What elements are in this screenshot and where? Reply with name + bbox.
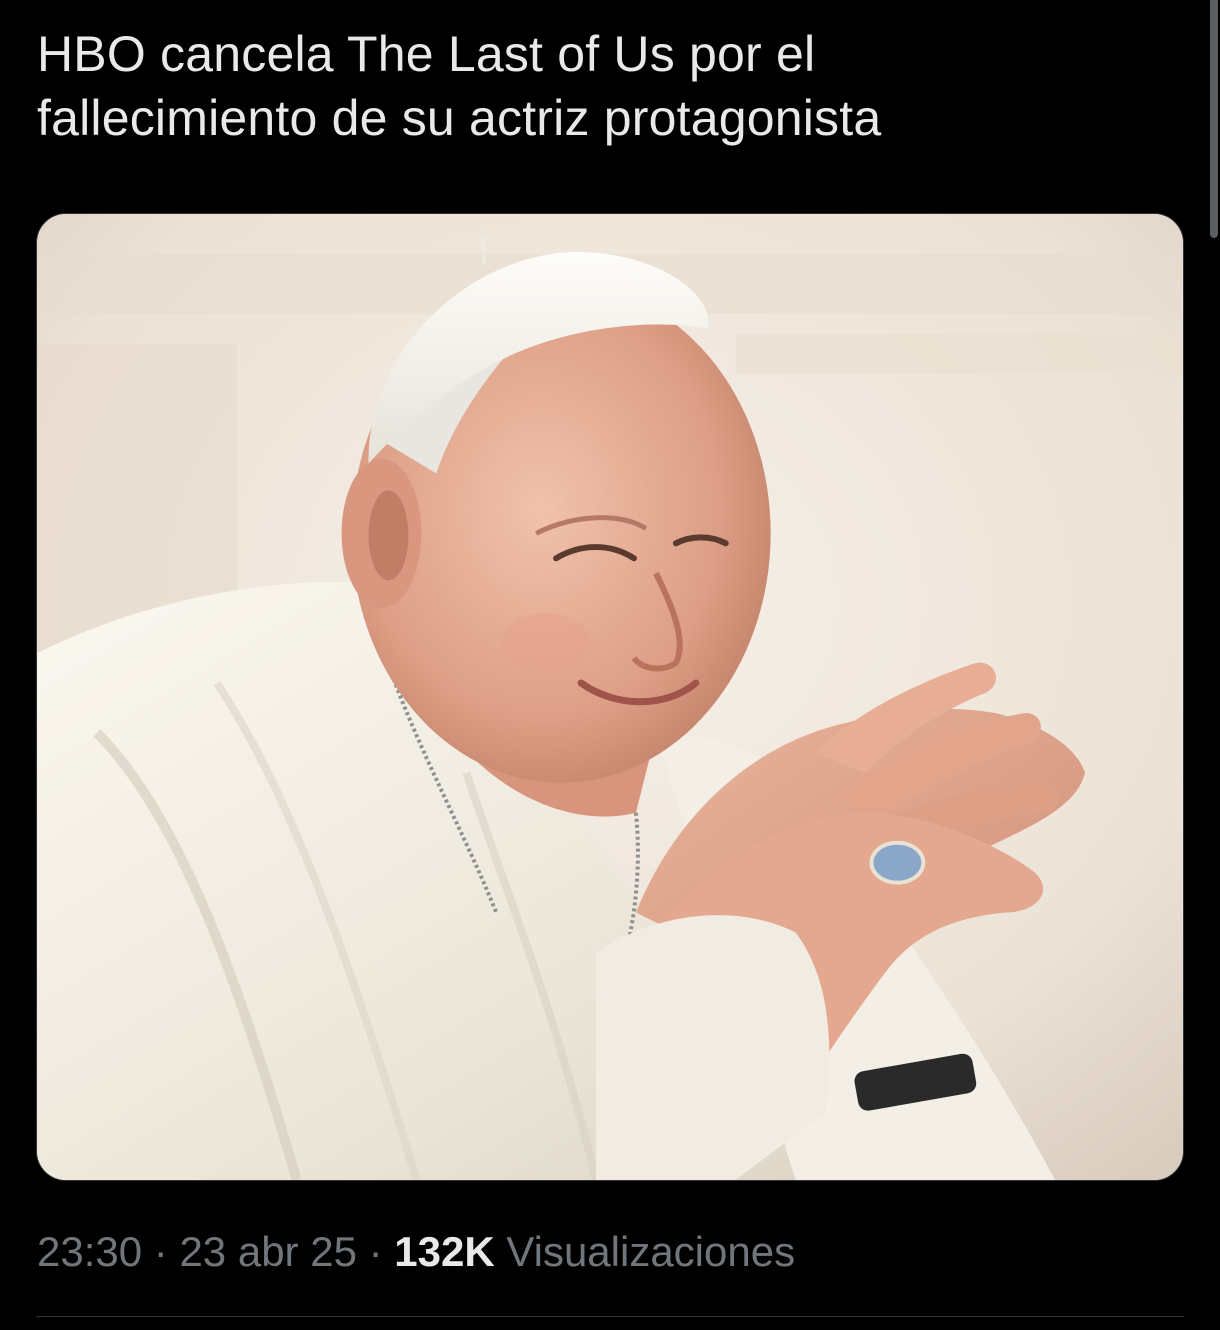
tweet-time[interactable]: 23:30 <box>37 1228 142 1275</box>
views-count[interactable]: 132K <box>394 1228 494 1275</box>
tweet-text-line-1: HBO cancela The Last of Us por el <box>37 26 816 82</box>
photo-illustration <box>37 214 1183 1180</box>
meta-separator: · <box>153 1228 168 1275</box>
tweet-text: HBO cancela The Last of Us por el fallec… <box>37 22 1177 150</box>
views-label: Visualizaciones <box>506 1228 796 1275</box>
meta-separator: · <box>368 1228 383 1275</box>
tweet-date[interactable]: 23 abr 25 <box>179 1228 356 1275</box>
scrollbar-thumb[interactable] <box>1210 0 1218 238</box>
tweet-photo[interactable] <box>36 213 1184 1181</box>
tweet-text-line-2: fallecimiento de su actriz protagonista <box>37 90 882 146</box>
tweet-metadata: 23:30 · 23 abr 25 · 132K Visualizaciones <box>37 1222 795 1282</box>
divider <box>36 1316 1184 1317</box>
scrollbar[interactable] <box>1208 0 1220 1330</box>
